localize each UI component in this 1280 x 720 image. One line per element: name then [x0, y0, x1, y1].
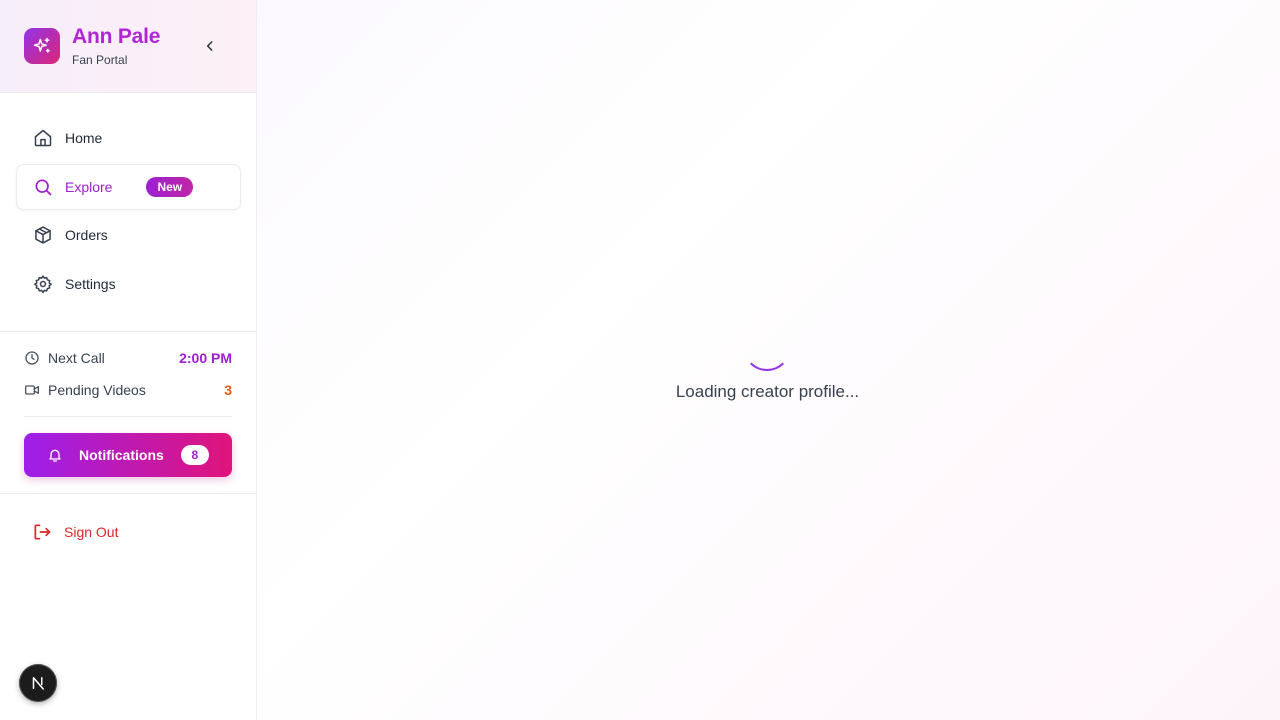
sign-out-button[interactable]: Sign Out — [32, 520, 118, 544]
pending-videos-row: Pending Videos 3 — [24, 380, 232, 400]
pending-videos-value: 3 — [224, 382, 232, 398]
next-call-label: Next Call — [48, 350, 105, 366]
home-icon — [33, 128, 53, 148]
brand-title: Ann Pale — [72, 25, 161, 48]
n-logo-icon — [32, 677, 44, 690]
sparkles-logo-icon — [24, 28, 60, 64]
notification-count-badge: 8 — [180, 445, 209, 465]
next-call-value: 2:00 PM — [179, 350, 232, 366]
gear-icon — [33, 274, 53, 294]
bell-icon — [47, 447, 63, 463]
main-nav: Home Explore New Orders Settings — [16, 115, 241, 309]
package-icon — [33, 225, 53, 245]
next-call-row: Next Call 2:00 PM — [24, 348, 232, 368]
sidebar: Ann Pale Fan Portal Home Explore New Ord… — [0, 0, 257, 720]
divider — [24, 416, 232, 417]
brand-subtitle: Fan Portal — [72, 53, 128, 67]
nav-item-label: Settings — [65, 275, 116, 292]
logout-icon — [32, 522, 52, 542]
notifications-label: Notifications — [79, 447, 164, 463]
notifications-button[interactable]: Notifications 8 — [24, 433, 232, 477]
nav-item-label: Orders — [65, 227, 108, 243]
video-icon — [24, 382, 40, 398]
pending-videos-label: Pending Videos — [48, 382, 146, 398]
search-icon — [33, 177, 53, 197]
nav-item-home[interactable]: Home — [16, 115, 241, 161]
nav-item-label: Home — [65, 130, 103, 146]
new-badge: New — [146, 176, 194, 197]
nav-item-label: Explore — [65, 178, 113, 195]
divider — [0, 493, 257, 494]
nav-item-orders[interactable]: Orders — [16, 212, 241, 258]
collapse-sidebar-button[interactable] — [200, 36, 220, 56]
clock-icon — [24, 350, 40, 366]
dev-tools-button[interactable] — [19, 664, 57, 702]
divider — [0, 331, 257, 332]
loading-text: Loading creator profile... — [675, 382, 860, 401]
sign-out-label: Sign Out — [64, 524, 119, 540]
loading-spinner-icon — [743, 323, 791, 371]
brand-header: Ann Pale Fan Portal — [0, 0, 256, 93]
nav-item-settings[interactable]: Settings — [16, 261, 241, 307]
chevron-left-icon — [206, 41, 213, 51]
main-content: Loading creator profile... — [257, 0, 1280, 720]
nav-item-explore[interactable]: Explore New — [16, 163, 241, 210]
